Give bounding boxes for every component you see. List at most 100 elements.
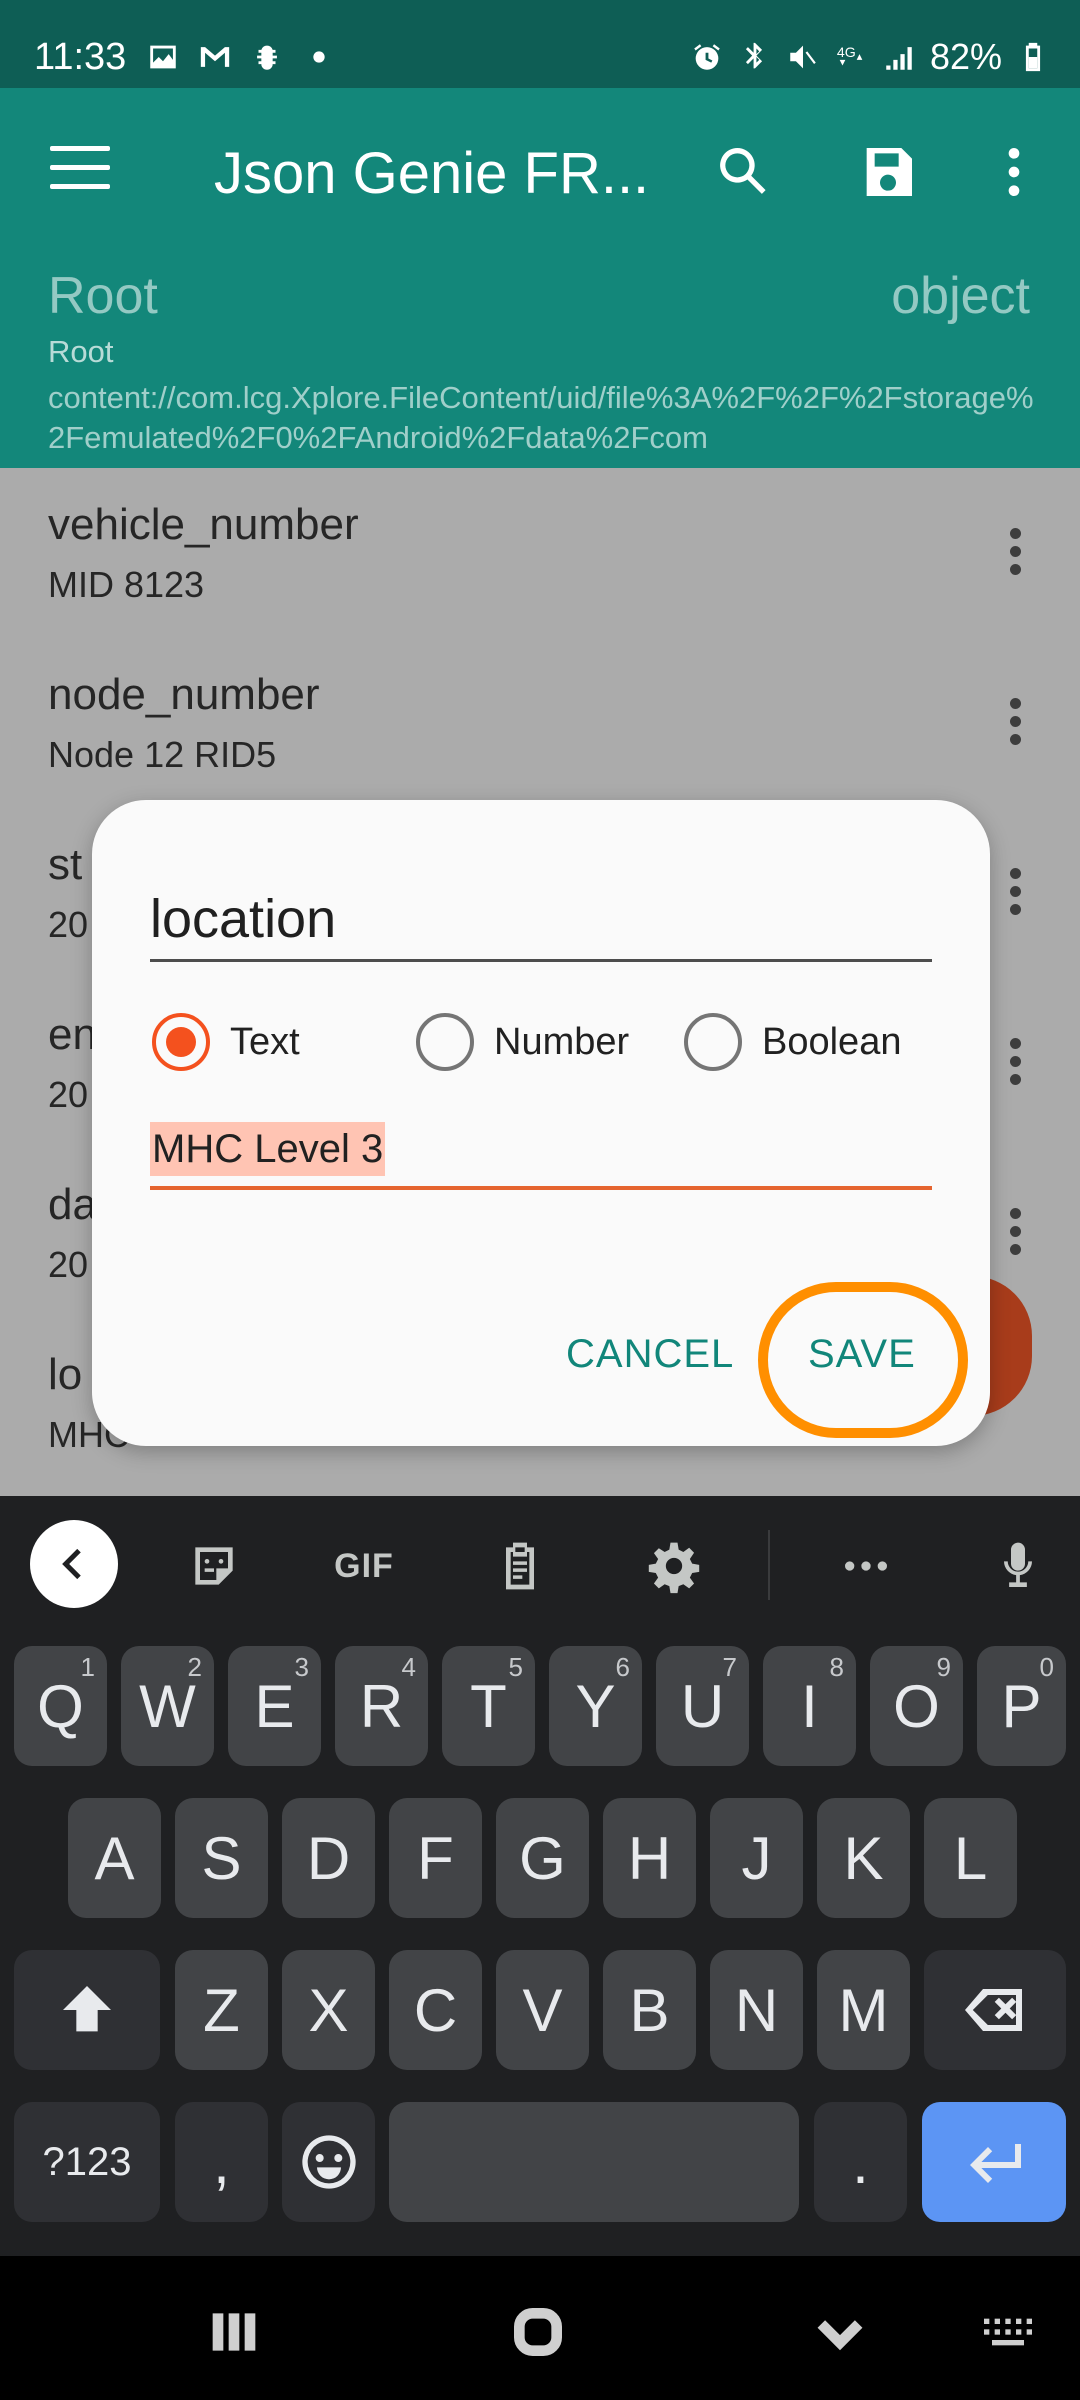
key-a[interactable]: A: [68, 1798, 161, 1918]
key-label: D: [306, 1824, 351, 1892]
settings-icon[interactable]: [644, 1536, 704, 1596]
cancel-button[interactable]: CANCEL: [566, 1332, 734, 1377]
backspace-key[interactable]: [924, 1950, 1066, 2070]
more-options-icon[interactable]: [836, 1536, 896, 1596]
radio-text[interactable]: Text: [152, 1010, 300, 1074]
key-label: S: [201, 1824, 242, 1892]
item-value: Node 12 RID5: [48, 734, 277, 775]
bug-notification-icon: [250, 40, 284, 74]
sticker-icon[interactable]: [184, 1536, 244, 1596]
item-value: 20: [48, 904, 89, 945]
key-hint: 0: [1039, 1652, 1054, 1682]
microphone-icon[interactable]: [988, 1536, 1048, 1596]
key-u[interactable]: U7: [656, 1646, 749, 1766]
key-x[interactable]: X: [282, 1950, 375, 2070]
item-more-icon[interactable]: [1010, 868, 1022, 918]
key-label: K: [843, 1824, 884, 1892]
item-key: en: [48, 1010, 97, 1059]
key-label: V: [522, 1976, 563, 2044]
key-hint: 3: [294, 1652, 309, 1682]
radio-checked-icon: [152, 1013, 210, 1071]
shift-key[interactable]: [14, 1950, 160, 2070]
edit-property-dialog: Text Number Boolean MHC Level 3 CANCEL S…: [92, 800, 990, 1446]
key-l[interactable]: L: [924, 1798, 1017, 1918]
property-value-input[interactable]: MHC Level 3: [150, 1118, 932, 1190]
property-name-input[interactable]: [150, 878, 932, 962]
search-icon[interactable]: [712, 140, 776, 204]
item-more-icon[interactable]: [1010, 1038, 1022, 1088]
key-p[interactable]: P0: [977, 1646, 1066, 1766]
key-h[interactable]: H: [603, 1798, 696, 1918]
key-label: T: [470, 1672, 507, 1740]
item-key: lo: [48, 1350, 83, 1399]
comma-key[interactable]: ,: [175, 2102, 268, 2222]
gif-label: GIF: [334, 1546, 394, 1585]
item-more-icon[interactable]: [1010, 1208, 1022, 1258]
key-t[interactable]: T5: [442, 1646, 535, 1766]
menu-icon[interactable]: [50, 146, 110, 194]
keyboard-switch-icon[interactable]: [976, 2300, 1040, 2364]
overflow-menu-icon[interactable]: [982, 140, 1046, 204]
key-label: F: [417, 1824, 454, 1892]
gmail-notification-icon: [198, 40, 232, 74]
radio-label: Boolean: [762, 1020, 902, 1063]
network-4g-icon: 4G: [834, 40, 868, 74]
dialog-actions: CANCEL SAVE: [92, 1266, 990, 1446]
list-item[interactable]: node_number Node 12 RID5: [0, 638, 1080, 808]
battery-icon: [1016, 40, 1050, 74]
radio-unchecked-icon: [416, 1013, 474, 1071]
svg-text:4G: 4G: [837, 45, 856, 61]
key-m[interactable]: M: [817, 1950, 910, 2070]
home-icon[interactable]: [506, 2300, 570, 2364]
key-label: C: [413, 1976, 458, 2044]
clipboard-icon[interactable]: [490, 1536, 550, 1596]
key-s[interactable]: S: [175, 1798, 268, 1918]
key-e[interactable]: E3: [228, 1646, 321, 1766]
key-y[interactable]: Y6: [549, 1646, 642, 1766]
key-j[interactable]: J: [710, 1798, 803, 1918]
key-g[interactable]: G: [496, 1798, 589, 1918]
alarm-icon: [690, 40, 724, 74]
gif-button[interactable]: GIF: [326, 1536, 402, 1596]
key-label: E: [254, 1672, 295, 1740]
key-r[interactable]: R4: [335, 1646, 428, 1766]
save-icon[interactable]: [856, 140, 920, 204]
keyboard-toolbar: GIF: [0, 1496, 1080, 1628]
key-label: N: [734, 1976, 779, 2044]
battery-percent: 82%: [929, 36, 1002, 77]
key-b[interactable]: B: [603, 1950, 696, 2070]
backspace-icon: [965, 1989, 1022, 2031]
emoji-key[interactable]: [282, 2102, 375, 2222]
radio-boolean[interactable]: Boolean: [684, 1010, 901, 1074]
key-q[interactable]: Q1: [14, 1646, 107, 1766]
key-label: .: [852, 2128, 869, 2196]
recent-apps-icon[interactable]: [202, 2300, 266, 2364]
key-z[interactable]: Z: [175, 1950, 268, 2070]
radio-label: Number: [494, 1020, 630, 1063]
back-icon[interactable]: [808, 2300, 872, 2364]
space-key[interactable]: [389, 2102, 799, 2222]
key-k[interactable]: K: [817, 1798, 910, 1918]
item-key: da: [48, 1180, 97, 1229]
key-d[interactable]: D: [282, 1798, 375, 1918]
key-n[interactable]: N: [710, 1950, 803, 2070]
radio-number[interactable]: Number: [416, 1010, 629, 1074]
key-i[interactable]: I8: [763, 1646, 856, 1766]
key-label: G: [519, 1824, 566, 1892]
key-c[interactable]: C: [389, 1950, 482, 2070]
key-label: Z: [203, 1976, 240, 2044]
enter-key[interactable]: [922, 2102, 1066, 2222]
key-f[interactable]: F: [389, 1798, 482, 1918]
key-w[interactable]: W2: [121, 1646, 214, 1766]
symbols-key[interactable]: ?123: [14, 2102, 160, 2222]
key-o[interactable]: O9: [870, 1646, 963, 1766]
chevron-left-icon[interactable]: [30, 1520, 118, 1608]
item-more-icon[interactable]: [1010, 528, 1022, 578]
period-key[interactable]: .: [814, 2102, 907, 2222]
key-hint: 8: [829, 1652, 844, 1682]
item-value: MID 8123: [48, 564, 205, 605]
key-label: P: [1001, 1672, 1042, 1740]
key-v[interactable]: V: [496, 1950, 589, 2070]
list-item[interactable]: vehicle_number MID 8123: [0, 468, 1080, 638]
item-more-icon[interactable]: [1010, 698, 1022, 748]
